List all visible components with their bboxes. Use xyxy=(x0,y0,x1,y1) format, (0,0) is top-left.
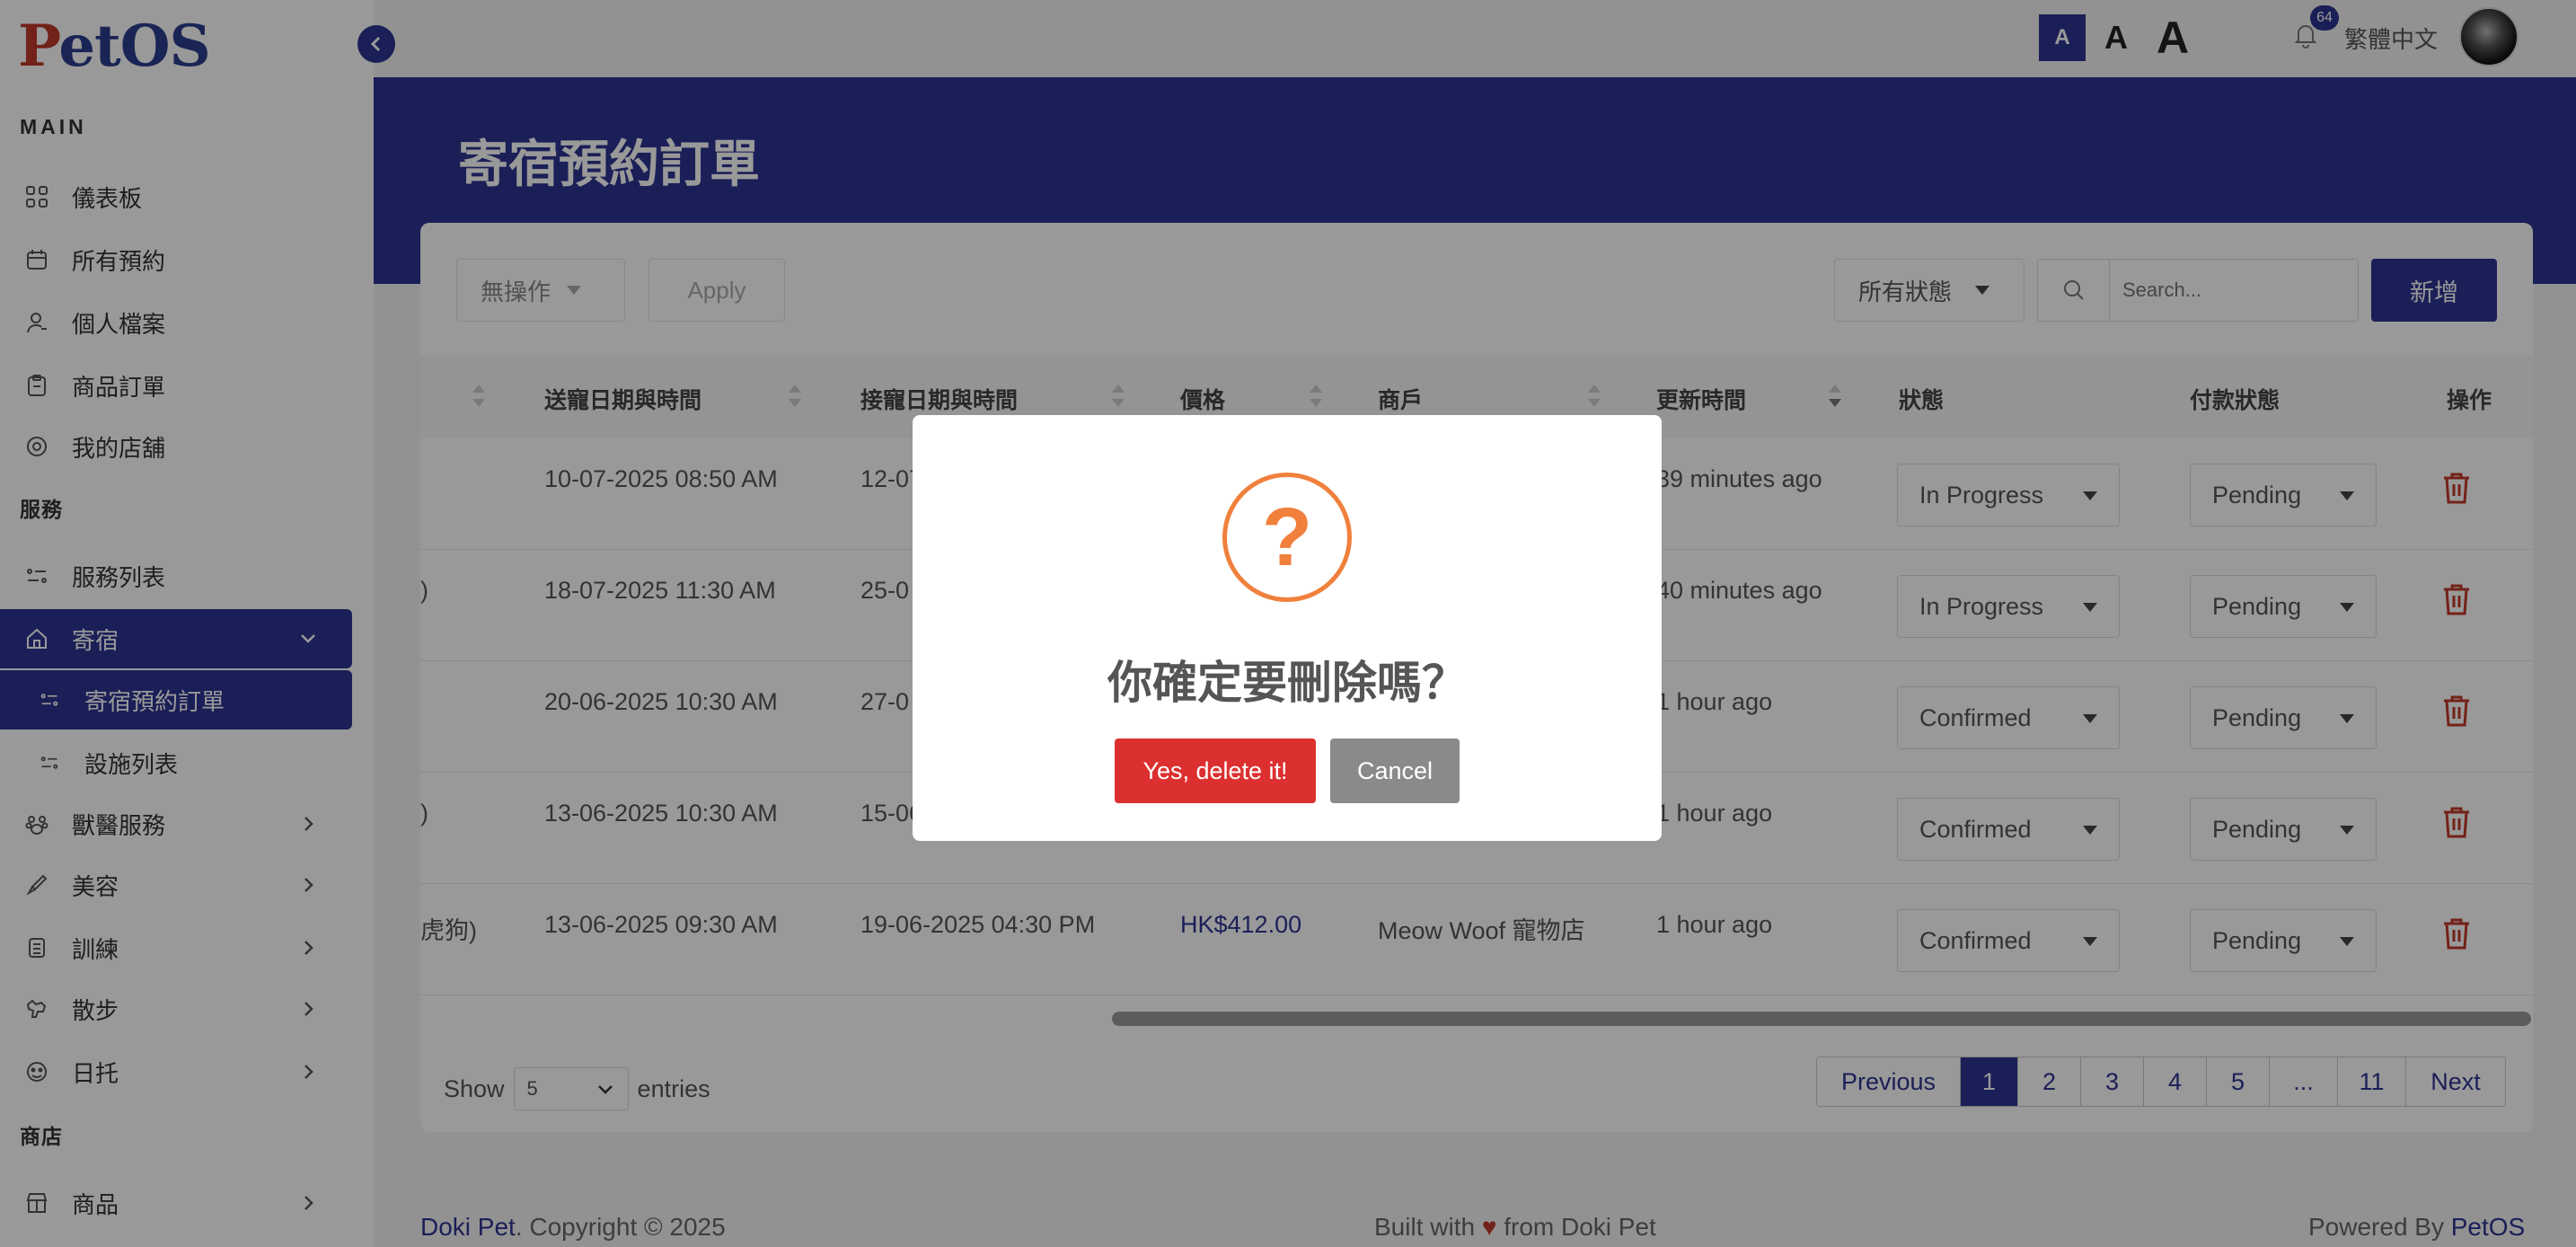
question-icon: ? xyxy=(1222,473,1352,602)
delete-confirm-dialog: ? 你確定要刪除嗎？ Yes, delete it! Cancel xyxy=(913,415,1662,841)
confirm-delete-button[interactable]: Yes, delete it! xyxy=(1115,738,1316,803)
dialog-title: 你確定要刪除嗎？ xyxy=(1107,658,1467,708)
cancel-button[interactable]: Cancel xyxy=(1330,738,1460,803)
